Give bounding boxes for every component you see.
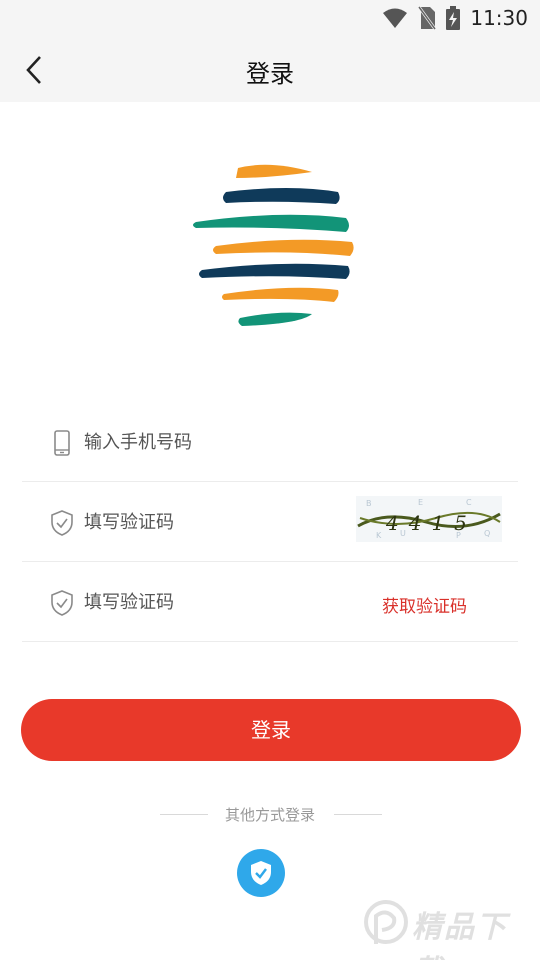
watermark: 精品下载 [362, 898, 534, 960]
wifi-icon [383, 8, 408, 28]
watermark-text: 精品下载 [412, 910, 508, 960]
phone-input[interactable] [84, 422, 384, 462]
page-title: 登录 [246, 60, 294, 88]
other-login-label: 其他方式登录 [224, 806, 315, 824]
shield-icon [51, 590, 73, 616]
svg-text:K: K [376, 531, 382, 540]
captcha-text: 4415 [385, 511, 477, 535]
watermark-logo-icon [364, 900, 408, 944]
svg-text:Q: Q [484, 529, 490, 538]
status-bar: 11:30 [0, 0, 540, 36]
phone-icon [54, 430, 70, 456]
login-button[interactable]: 登录 [21, 699, 521, 761]
battery-charging-icon [446, 6, 461, 30]
app-bar: 登录 [0, 36, 540, 102]
phone-field-row [22, 402, 518, 482]
alt-login-button[interactable] [237, 849, 285, 897]
svg-text:B: B [366, 499, 372, 508]
sms-code-input[interactable] [84, 582, 324, 622]
divider-right [334, 814, 382, 815]
status-icons: 11:30 [382, 4, 528, 32]
captcha-image[interactable]: B E C K U P Q 4415 [356, 496, 502, 542]
captcha-field-row: B E C K U P Q 4415 [22, 482, 518, 562]
svg-text:C: C [466, 498, 472, 507]
shield-check-icon [251, 861, 271, 885]
captcha-graphic: B E C K U P Q 4415 [357, 498, 501, 540]
sms-code-field-row: 获取验证码 [22, 562, 518, 642]
svg-text:E: E [418, 498, 423, 507]
no-sim-icon [418, 6, 437, 30]
get-code-button[interactable]: 获取验证码 [382, 592, 467, 617]
status-time: 11:30 [470, 6, 528, 30]
app-logo [193, 164, 354, 326]
captcha-input[interactable] [84, 502, 324, 542]
shield-icon [51, 510, 73, 536]
